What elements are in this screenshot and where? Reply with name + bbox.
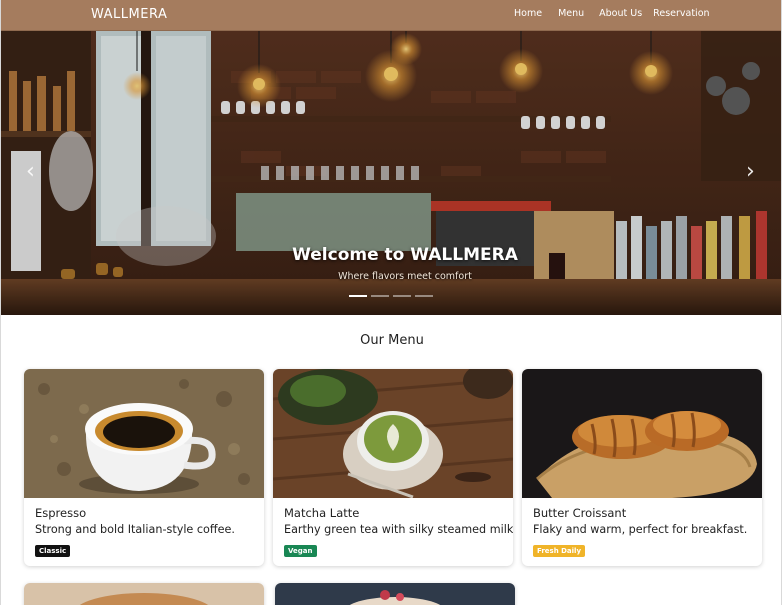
carousel-indicator-2[interactable] [371,295,389,297]
carousel-indicator-4[interactable] [415,295,433,297]
espresso-image [24,369,264,498]
carousel-indicator-3[interactable] [393,295,411,297]
menu-section-title: Our Menu [360,333,424,348]
menu-item-image [275,583,515,605]
menu-item-description: Strong and bold Italian-style coffee. [35,523,235,536]
menu-item-image [24,583,264,605]
page: WALLMERA Home Menu About Us Reservation [0,0,782,605]
carousel-prev-button[interactable]: ‹ [26,161,35,183]
menu-item-name: Espresso [35,506,87,520]
menu-item-description: Flaky and warm, perfect for breakfast. [533,523,748,536]
menu-card[interactable] [275,583,515,605]
menu-card[interactable] [24,583,264,605]
nav-link-home[interactable]: Home [514,8,542,19]
menu-card-butter-croissant[interactable]: Butter Croissant Flaky and warm, perfect… [522,369,762,566]
menu-card-matcha-latte[interactable]: Matcha Latte Earthy green tea with silky… [273,369,513,566]
menu-item-description: Earthy green tea with silky steamed milk… [284,523,513,536]
menu-item-badge: Vegan [284,545,317,557]
matcha-latte-image [273,369,513,498]
carousel-next-button[interactable]: › [746,161,755,183]
menu-item-name: Matcha Latte [284,506,360,520]
menu-item-badge: Fresh Daily [533,545,586,557]
hero-title: Welcome to WALLMERA [292,245,518,265]
carousel-indicators [349,295,433,297]
navbar: WALLMERA Home Menu About Us Reservation [1,0,781,31]
brand-logo[interactable]: WALLMERA [91,7,167,22]
nav-link-menu[interactable]: Menu [558,8,584,19]
carousel-indicator-1[interactable] [349,295,367,297]
hero-carousel: ‹ › Welcome to WALLMERA Where flavors me… [1,31,781,315]
nav-link-about[interactable]: About Us [599,8,642,19]
menu-item-name: Butter Croissant [533,506,627,520]
nav-link-reservation[interactable]: Reservation [653,8,709,19]
menu-item-badge: Classic [35,545,71,557]
menu-card-espresso[interactable]: Espresso Strong and bold Italian-style c… [24,369,264,566]
nav-links: Home Menu About Us Reservation [514,8,710,19]
hero-subtitle: Where flavors meet comfort [338,271,472,282]
butter-croissant-image [522,369,762,498]
